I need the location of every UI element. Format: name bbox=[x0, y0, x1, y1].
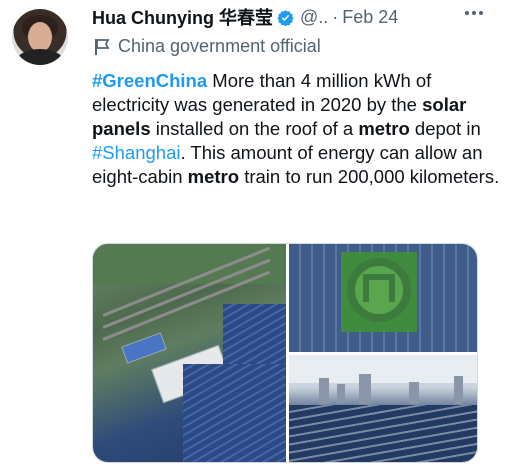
bold-metro: metro bbox=[187, 166, 240, 187]
sky bbox=[289, 355, 477, 383]
more-options-icon[interactable] bbox=[463, 3, 485, 23]
hashtag-greenchina[interactable]: #GreenChina bbox=[92, 70, 207, 91]
avatar-body bbox=[16, 49, 64, 65]
city-building bbox=[337, 384, 345, 404]
separator-dot: · bbox=[332, 6, 339, 27]
text-segment: train to run 200,000 kilometers. bbox=[239, 166, 500, 187]
metro-logo-m bbox=[363, 274, 395, 302]
government-label[interactable]: China government official bbox=[94, 36, 321, 57]
account-label-text: China government official bbox=[118, 36, 321, 56]
city-building bbox=[454, 376, 463, 404]
avatar[interactable] bbox=[12, 9, 68, 65]
solar-panel-rows bbox=[223, 304, 286, 364]
author-name[interactable]: Hua Chunying 华春莹 bbox=[92, 4, 273, 30]
bold-metro: metro bbox=[358, 118, 410, 139]
text-segment: depot in bbox=[409, 118, 481, 139]
photo-rooftop-panels[interactable] bbox=[289, 355, 477, 462]
solar-panel-rows bbox=[289, 405, 477, 462]
city-building bbox=[319, 378, 329, 404]
solar-panel-rows bbox=[183, 364, 286, 462]
photo-depot-aerial[interactable] bbox=[93, 244, 286, 462]
tweet-text: #GreenChina More than 4 million kWh of e… bbox=[92, 69, 502, 189]
hashtag-shanghai[interactable]: #Shanghai bbox=[92, 142, 180, 163]
photo-roof-logo[interactable] bbox=[289, 244, 477, 352]
tweet-date[interactable]: Feb 24 bbox=[342, 7, 398, 28]
media-grid bbox=[92, 243, 478, 463]
tweet-header: Hua Chunying 华春莹 @.. · Feb 24 bbox=[92, 4, 503, 30]
verified-badge-icon bbox=[277, 9, 294, 26]
author-handle[interactable]: @.. bbox=[300, 7, 328, 28]
city-building bbox=[359, 374, 371, 404]
text-segment: installed on the roof of a bbox=[150, 118, 359, 139]
depot-building bbox=[121, 332, 167, 364]
city-building bbox=[409, 382, 419, 404]
flag-icon bbox=[95, 38, 110, 55]
avatar-face bbox=[28, 22, 52, 52]
